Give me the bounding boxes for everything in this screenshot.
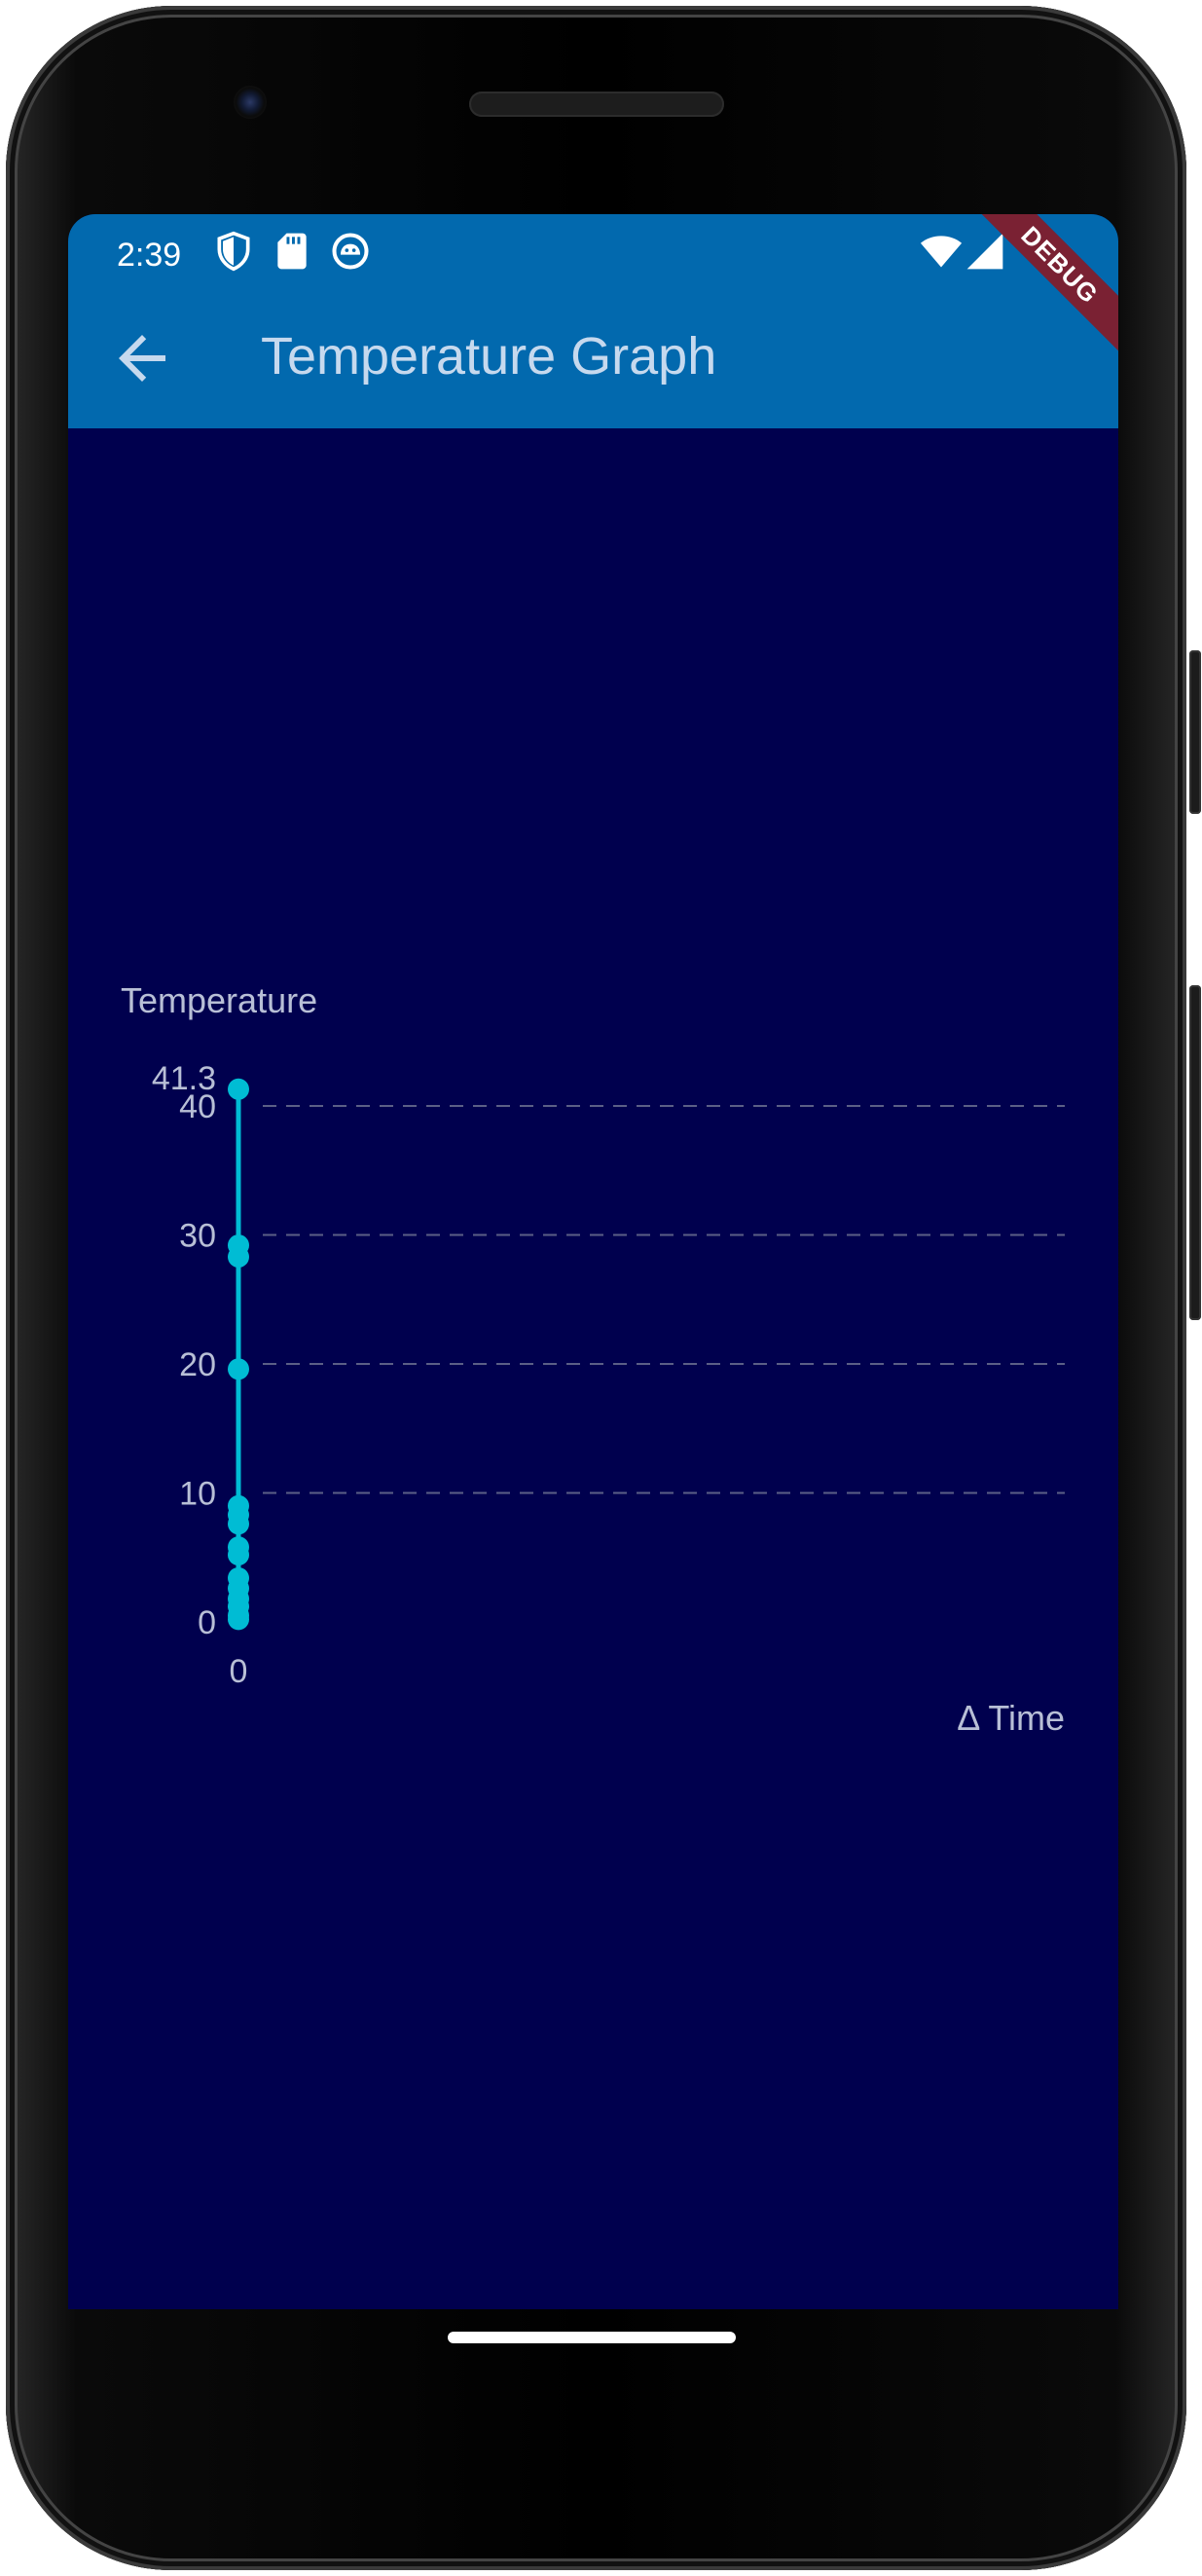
android-debug-icon bbox=[332, 233, 369, 270]
earpiece-speaker bbox=[469, 92, 724, 117]
y-tick-labels: 010203040 bbox=[179, 1088, 216, 1641]
power-button bbox=[1189, 650, 1201, 814]
status-time: 2:39 bbox=[117, 237, 182, 274]
temperature-chart: Temperature 010203040 41.3 0 Δ Time bbox=[121, 980, 1065, 1738]
back-arrow-icon[interactable] bbox=[107, 323, 177, 393]
volume-button bbox=[1189, 985, 1201, 1320]
y-tick-label: 30 bbox=[179, 1218, 216, 1255]
y-max-label: 41.3 bbox=[152, 1060, 216, 1097]
gesture-nav-bar[interactable] bbox=[448, 2332, 736, 2343]
data-point[interactable] bbox=[228, 1513, 249, 1535]
data-point[interactable] bbox=[228, 1544, 249, 1566]
grid-lines bbox=[263, 1105, 1065, 1494]
app-screen: 2:39 Temperature Graph DEBUG Temperature… bbox=[68, 214, 1118, 2309]
x-tick-label: 0 bbox=[230, 1653, 248, 1690]
data-point[interactable] bbox=[228, 1358, 249, 1380]
data-point[interactable] bbox=[228, 1608, 249, 1631]
series-line bbox=[228, 1078, 249, 1631]
y-tick-label: 0 bbox=[198, 1604, 216, 1641]
phone-device: 2:39 Temperature Graph DEBUG Temperature… bbox=[0, 0, 1202, 2576]
front-camera bbox=[234, 86, 267, 119]
y-axis-label: Temperature bbox=[121, 980, 317, 1020]
data-point[interactable] bbox=[228, 1078, 249, 1100]
y-tick-label: 10 bbox=[179, 1476, 216, 1513]
shield-icon bbox=[217, 231, 250, 272]
data-point[interactable] bbox=[228, 1246, 249, 1269]
cell-signal-icon bbox=[966, 233, 1003, 270]
wifi-icon bbox=[920, 236, 963, 268]
y-tick-label: 20 bbox=[179, 1346, 216, 1383]
app-bar: 2:39 Temperature Graph DEBUG bbox=[68, 214, 1118, 428]
page-title: Temperature Graph bbox=[261, 327, 717, 386]
x-tick-labels: 0 bbox=[230, 1653, 248, 1690]
x-axis-label: Δ Time bbox=[957, 1698, 1065, 1738]
sd-card-icon bbox=[277, 233, 307, 270]
